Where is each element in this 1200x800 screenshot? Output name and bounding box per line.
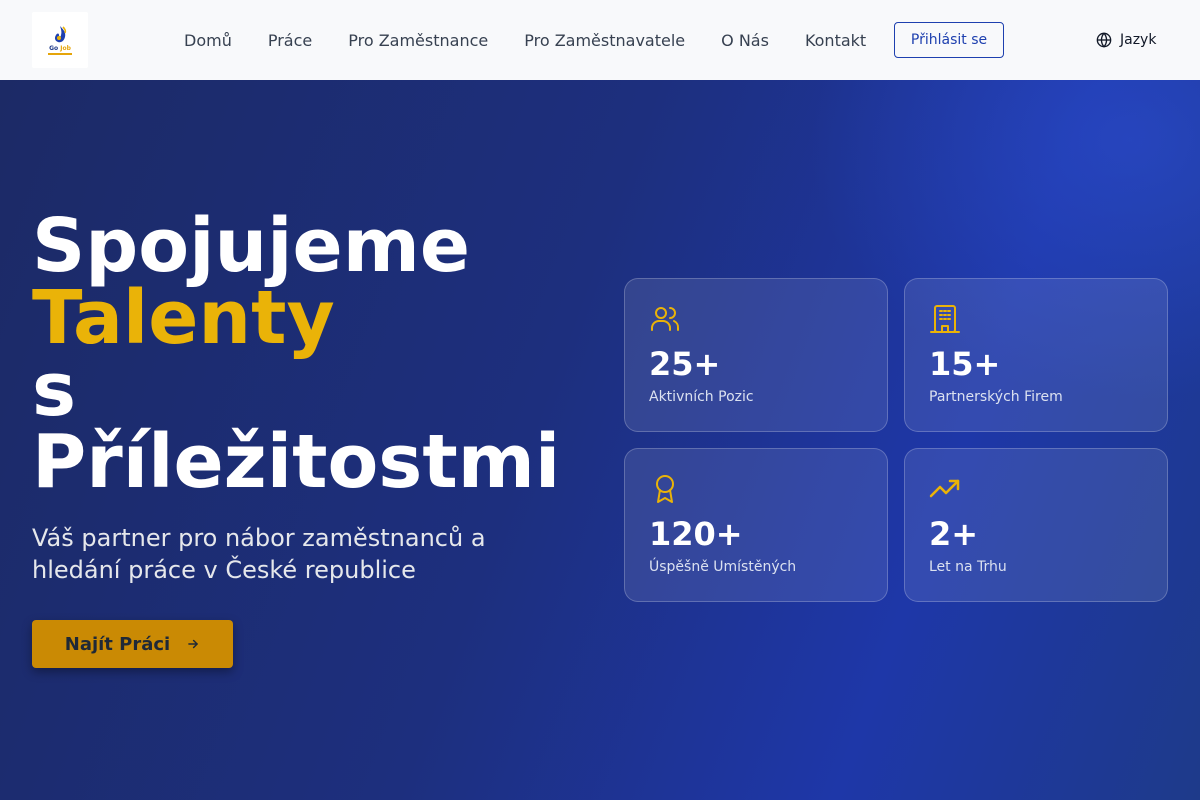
headline-line-3: s — [32, 347, 77, 433]
hero-headline: Spojujeme Talenty s Příležitostmi — [32, 203, 561, 505]
stat-card-years: 2+ Let na Trhu — [904, 448, 1168, 602]
nav-link-about[interactable]: O Nás — [703, 31, 787, 50]
headline-highlight: Talenty — [32, 275, 335, 361]
stat-label: Úspěšně Umístěných — [649, 559, 797, 575]
stat-card-placements: 120+ Úspěšně Umístěných — [624, 448, 888, 602]
stat-value: 25+ — [649, 345, 721, 383]
trending-up-icon — [929, 479, 960, 498]
login-button[interactable]: Přihlásit se — [894, 22, 1004, 58]
stat-card-positions: 25+ Aktivních Pozic — [624, 278, 888, 432]
language-label: Jazyk — [1120, 32, 1157, 48]
logo-text-job: Job — [60, 45, 71, 52]
stat-label: Partnerských Firem — [929, 389, 1063, 405]
language-selector[interactable]: Jazyk — [1096, 28, 1156, 52]
hero-section: Spojujeme Talenty s Příležitostmi Váš pa… — [0, 80, 1200, 800]
nav-link-home[interactable]: Domů — [166, 31, 250, 50]
logo-flame-icon — [54, 26, 67, 43]
award-icon — [656, 475, 674, 503]
headline-line-4: Příležitostmi — [32, 419, 561, 505]
stat-label: Aktivních Pozic — [649, 389, 754, 405]
logo-underline — [48, 53, 72, 55]
logo-text: Go Job — [49, 45, 71, 52]
find-job-button[interactable]: Najít Práci — [32, 620, 233, 668]
stat-value: 120+ — [649, 515, 743, 553]
stat-card-partners: 15+ Partnerských Firem — [904, 278, 1168, 432]
stat-value: 15+ — [929, 345, 1001, 383]
nav-link-employees[interactable]: Pro Zaměstnance — [330, 31, 506, 50]
nav-link-jobs[interactable]: Práce — [250, 31, 330, 50]
hero-subtitle: Váš partner pro nábor zaměstnanců a hled… — [32, 524, 486, 584]
main-nav: Domů Práce Pro Zaměstnance Pro Zaměstnav… — [166, 0, 884, 80]
nav-link-contact[interactable]: Kontakt — [787, 31, 884, 50]
find-job-label: Najít Práci — [64, 633, 171, 655]
building-icon — [930, 305, 960, 333]
globe-icon — [1096, 32, 1112, 48]
arrow-right-icon — [188, 639, 199, 649]
logo[interactable]: Go Job — [32, 12, 88, 68]
logo-text-go: Go — [49, 45, 59, 52]
top-navbar: Go Job Domů Práce Pro Zaměstnance Pro Za… — [0, 0, 1200, 80]
nav-link-employers[interactable]: Pro Zaměstnavatele — [506, 31, 703, 50]
headline-line-1: Spojujeme — [32, 203, 471, 289]
users-icon — [651, 307, 679, 331]
stat-label: Let na Trhu — [929, 559, 1007, 575]
stat-value: 2+ — [929, 515, 979, 553]
